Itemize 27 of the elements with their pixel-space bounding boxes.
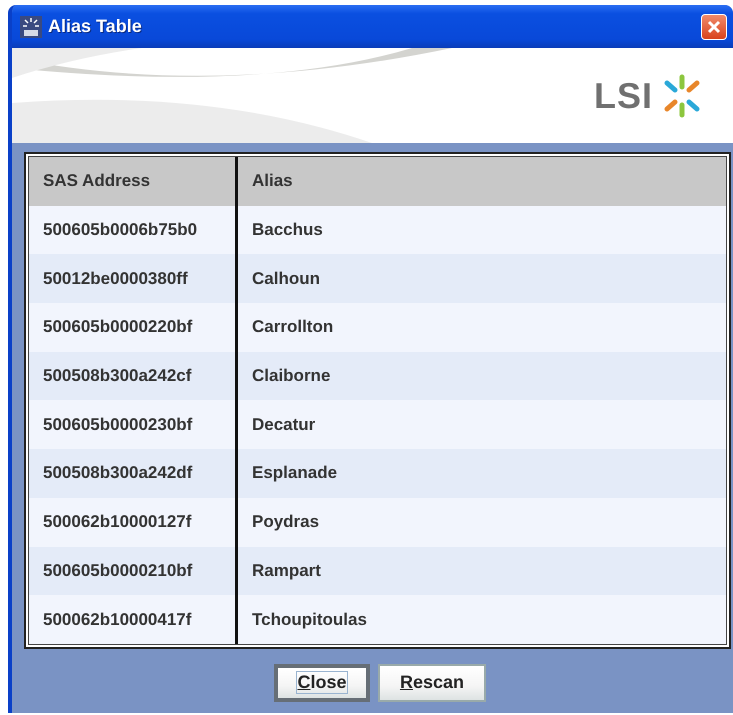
table-cell: Tchoupitoulas <box>236 595 726 644</box>
table-cell: Esplanade <box>236 449 726 498</box>
table-cell: Decatur <box>236 400 726 450</box>
app-icon <box>20 16 42 38</box>
table-cell: Poydras <box>236 498 726 546</box>
table-cell: 500605b0000210bf <box>29 546 236 596</box>
table-cell: Carrollton <box>236 303 726 352</box>
lsi-logo: LSI <box>594 74 653 116</box>
column-header[interactable]: Alias <box>236 157 726 206</box>
close-button[interactable] <box>701 14 727 40</box>
table-cell: Bacchus <box>236 206 726 254</box>
close-dialog-button[interactable]: Close <box>274 664 370 702</box>
window-title: Alias Table <box>48 16 143 37</box>
table-cell: 500605b0000230bf <box>29 400 236 450</box>
rescan-button[interactable]: Rescan <box>378 664 486 702</box>
table-cell: 500605b0000220bf <box>29 303 236 352</box>
table-cell: Calhoun <box>236 254 726 304</box>
table-cell: Claiborne <box>236 352 726 400</box>
table-cell: 50012be0000380ff <box>29 254 236 304</box>
table-cell: 500062b10000417f <box>29 595 236 644</box>
column-header[interactable]: SAS Address <box>29 157 236 206</box>
table-cell: 500508b300a242df <box>29 449 236 498</box>
table-cell: 500508b300a242cf <box>29 352 236 400</box>
close-icon <box>706 18 722 34</box>
table-cell: 500062b10000127f <box>29 498 236 546</box>
table-cell: 500605b0006b75b0 <box>29 206 236 254</box>
table-cell: Rampart <box>236 546 726 596</box>
